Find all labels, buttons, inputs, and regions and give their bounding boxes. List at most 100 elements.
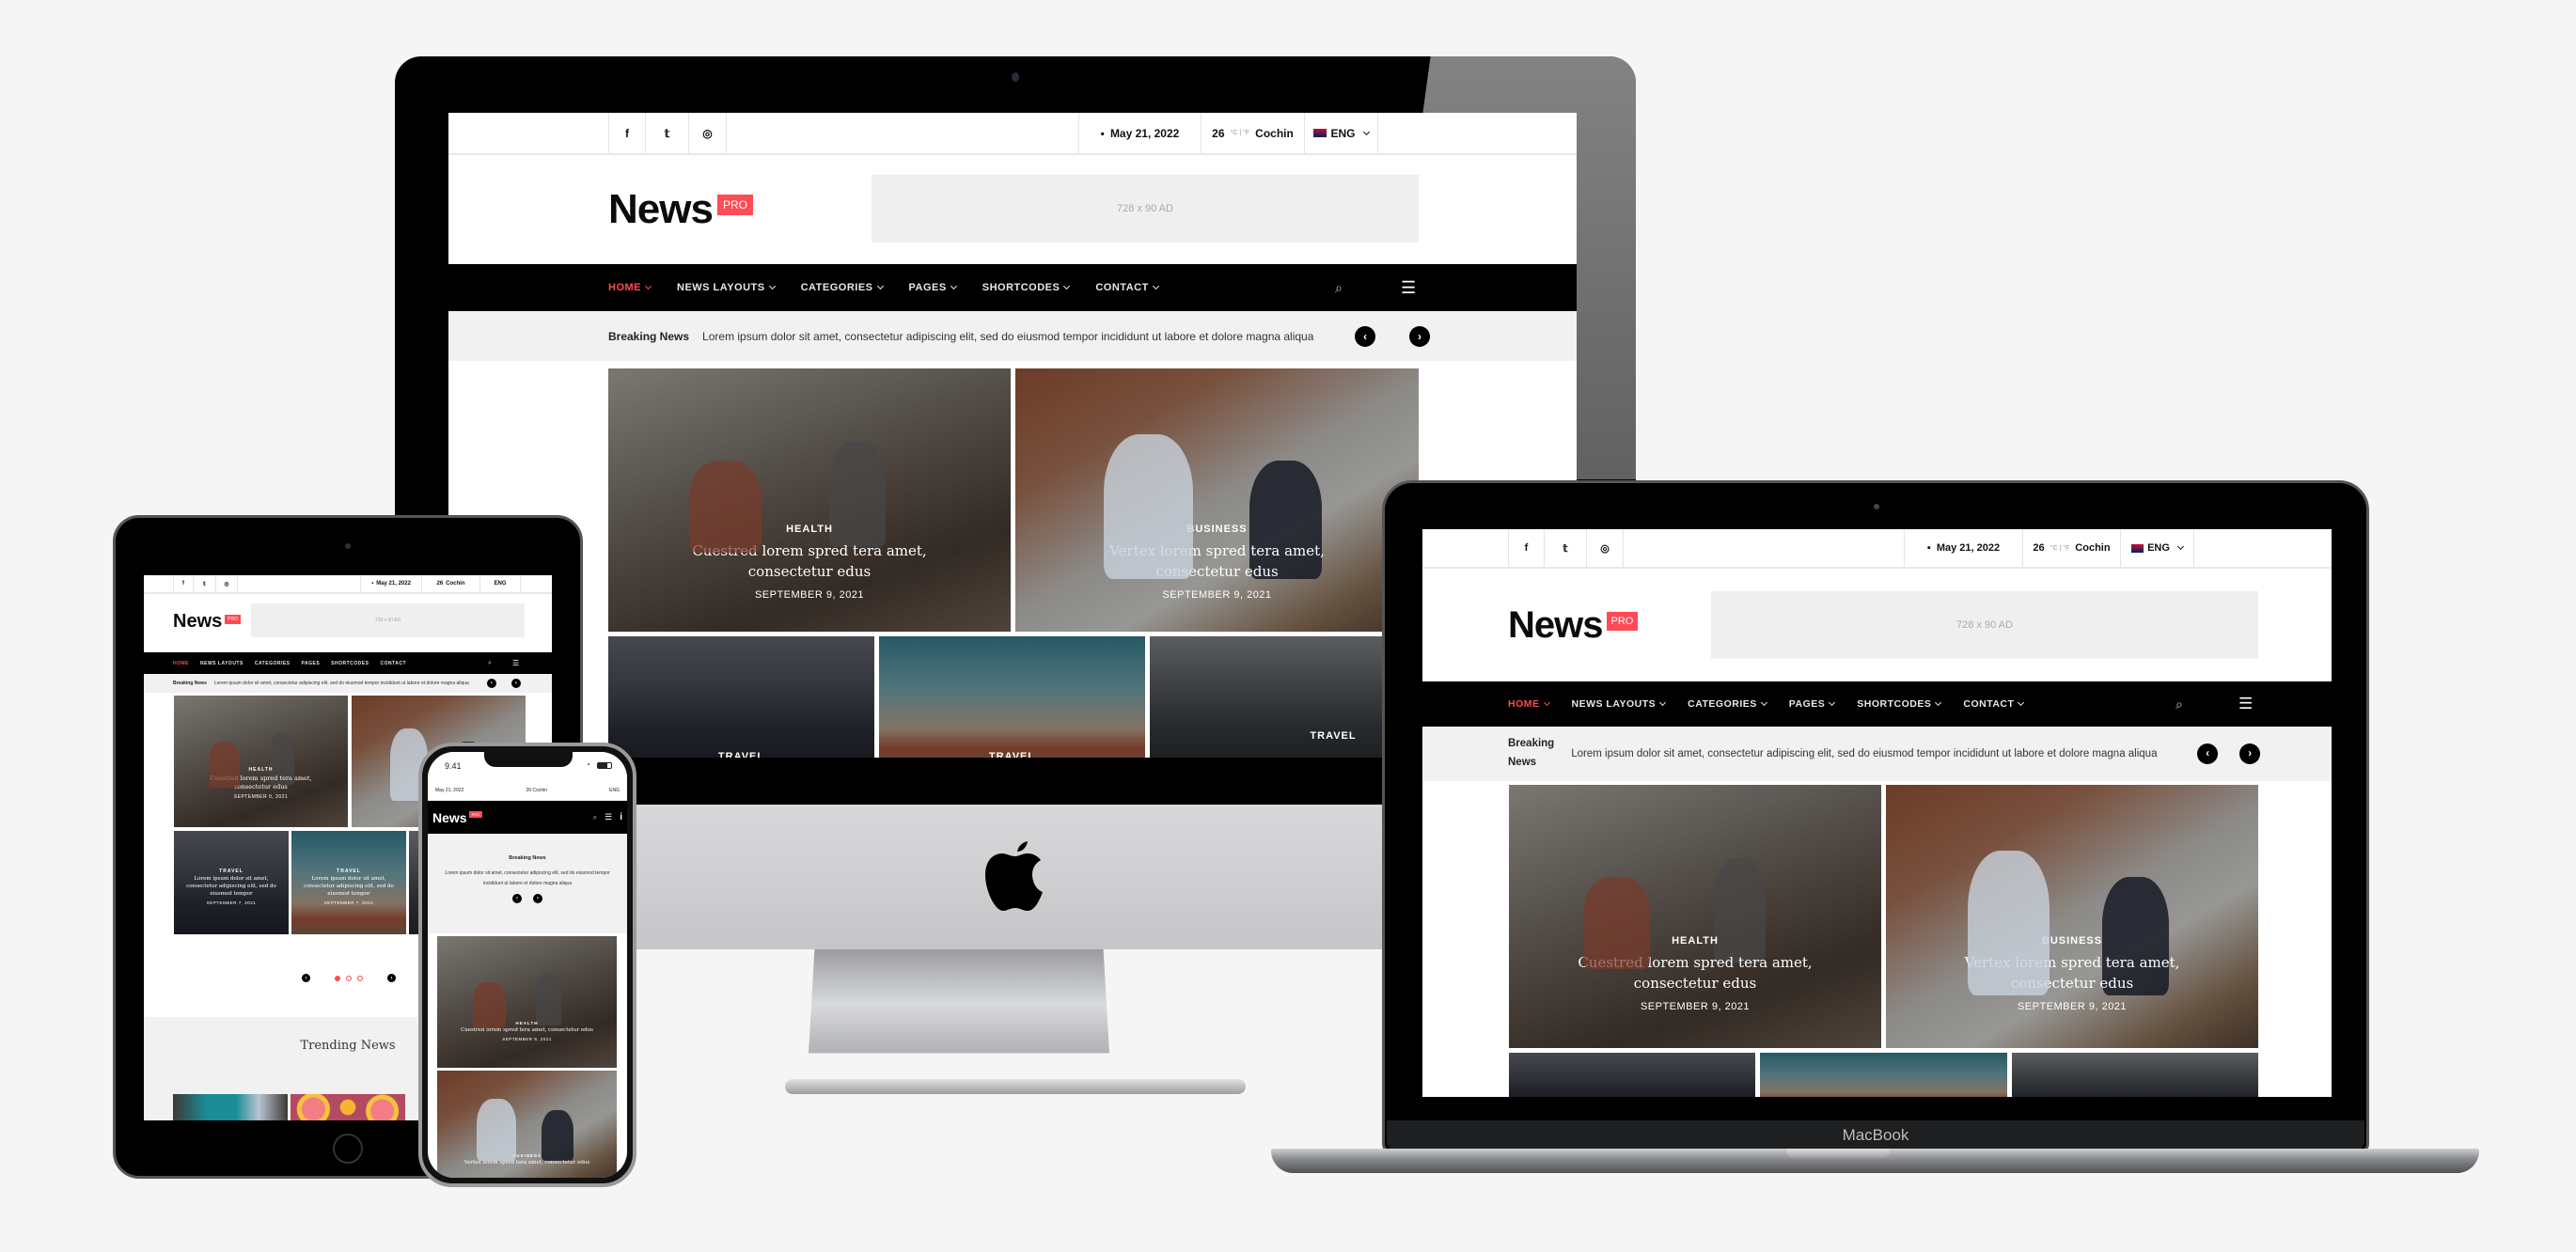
slider-dot-active[interactable] bbox=[335, 975, 340, 981]
nav-pages[interactable]: PAGES bbox=[302, 661, 321, 666]
trending-card[interactable] bbox=[173, 1094, 288, 1120]
search-icon[interactable]: ⌕ bbox=[1335, 280, 1343, 296]
nav-shortcodes[interactable]: SHORTCODES bbox=[1857, 698, 1942, 710]
topbar-temp-units: °C | °F bbox=[2050, 544, 2070, 552]
search-icon[interactable]: ⌕ bbox=[2175, 696, 2183, 712]
ticker-prev-button[interactable]: ‹ bbox=[1355, 325, 1376, 347]
breaking-news-ticker: Breaking News Lorem ipsum dolor sit amet… bbox=[448, 311, 1577, 361]
topbar-temperature: 26 bbox=[2033, 542, 2045, 554]
instagram-icon: ◎ bbox=[702, 126, 713, 140]
instagram-link[interactable]: ◎ bbox=[1587, 529, 1624, 567]
ticker-next-button[interactable]: › bbox=[533, 894, 542, 903]
nav-categories[interactable]: CATEGORIES bbox=[255, 661, 291, 666]
site-logo[interactable]: News PRO bbox=[173, 611, 242, 633]
featured-card[interactable]: HEALTH Cuestred lorem spred tera amet, c… bbox=[437, 936, 617, 1068]
brand-badge: PRO bbox=[225, 615, 242, 624]
facebook-link[interactable]: f bbox=[608, 113, 646, 153]
secondary-1-category: TRAVEL bbox=[337, 869, 361, 874]
status-bar: 9.41 ◔ bbox=[428, 752, 627, 780]
slider-prev-button[interactable]: ‹ bbox=[302, 974, 310, 982]
home-button[interactable] bbox=[333, 1134, 363, 1164]
language-select[interactable]: ENG bbox=[2121, 529, 2194, 567]
nav-pages[interactable]: PAGES bbox=[909, 282, 957, 293]
chevron-down-icon bbox=[1543, 698, 1550, 707]
nav-shortcodes[interactable]: SHORTCODES bbox=[331, 661, 369, 666]
ticker-prev-button[interactable]: ‹ bbox=[2197, 743, 2219, 764]
main-nav: HOME NEWS LAYOUTS CATEGORIES PAGES SHORT… bbox=[144, 652, 552, 674]
travel-card[interactable]: TRAVEL Lorem ipsum dolor sit amet, conse… bbox=[291, 831, 406, 934]
featured-card[interactable]: BUSINESS Vertex lorem spred tera amet, c… bbox=[437, 1071, 617, 1178]
nav-news-layouts[interactable]: NEWS LAYOUTS bbox=[200, 661, 243, 666]
ad-banner[interactable]: 728 x 90 AD bbox=[872, 175, 1419, 243]
language-select[interactable]: ENG bbox=[480, 575, 521, 592]
nav-contact[interactable]: CONTACT bbox=[380, 661, 406, 666]
ticker-label: Breaking News bbox=[608, 329, 690, 343]
slider-dot[interactable] bbox=[346, 975, 352, 981]
site-logo[interactable]: News PRO bbox=[608, 186, 753, 233]
nav-contact[interactable]: CONTACT bbox=[1095, 282, 1159, 293]
mobile-header: News PRO ⌕ ☰ i bbox=[428, 801, 627, 834]
featured-0-title: Cuestred lorem spred tera amet, consecte… bbox=[460, 1027, 593, 1033]
image-overlay bbox=[879, 636, 1145, 758]
twitter-link[interactable]: 𝕥 bbox=[646, 113, 689, 153]
nav-home[interactable]: HOME bbox=[1508, 698, 1550, 710]
trending-card[interactable] bbox=[291, 1094, 405, 1120]
ticker-next-button[interactable]: › bbox=[1409, 325, 1431, 347]
twitter-link[interactable]: 𝕥 bbox=[194, 575, 216, 592]
travel-card[interactable] bbox=[1760, 1053, 2007, 1097]
chevron-down-icon bbox=[644, 282, 652, 290]
menu-icon[interactable]: ☰ bbox=[605, 812, 612, 822]
travel-card[interactable]: TRAVEL Lorem ipsum dolor sit amet, conse… bbox=[174, 831, 289, 934]
language-select[interactable]: ENG bbox=[1305, 113, 1378, 153]
nav-items-3-label: PAGES bbox=[301, 660, 321, 666]
nav-home[interactable]: HOME bbox=[608, 282, 652, 293]
info-icon[interactable]: i bbox=[620, 812, 622, 822]
nav-contact[interactable]: CONTACT bbox=[1963, 698, 2025, 710]
menu-icon[interactable]: ☰ bbox=[512, 659, 519, 667]
nav-pages[interactable]: PAGES bbox=[1789, 698, 1836, 710]
menu-icon[interactable]: ☰ bbox=[2238, 695, 2253, 713]
nav-items-2-label: CATEGORIES bbox=[254, 660, 291, 666]
instagram-link[interactable]: ◎ bbox=[689, 113, 727, 153]
nav-news-layouts[interactable]: NEWS LAYOUTS bbox=[1572, 698, 1667, 710]
travel-card[interactable]: TRAVEL bbox=[879, 636, 1145, 758]
slider-dot[interactable] bbox=[357, 975, 363, 981]
ad-banner[interactable]: 728 x 90 AD bbox=[251, 603, 525, 637]
nav-categories[interactable]: CATEGORIES bbox=[801, 282, 884, 293]
nav-home[interactable]: HOME bbox=[173, 661, 189, 666]
menu-icon[interactable]: ☰ bbox=[1401, 278, 1416, 298]
breaking-news-ticker: Breaking News Lorem ipsum dolor sit amet… bbox=[144, 674, 552, 693]
uk-flag-icon bbox=[1313, 129, 1327, 137]
facebook-link[interactable]: f bbox=[1508, 529, 1545, 567]
site-logo[interactable]: News bbox=[432, 810, 467, 825]
twitter-link[interactable]: 𝕥 bbox=[1545, 529, 1587, 567]
language-select[interactable]: ENG bbox=[609, 788, 620, 793]
travel-card[interactable] bbox=[1509, 1053, 1755, 1097]
search-icon[interactable]: ⌕ bbox=[593, 813, 597, 822]
site-logo[interactable]: News PRO bbox=[1508, 604, 1639, 647]
featured-card[interactable]: HEALTH Cuestred lorem spred tera amet, c… bbox=[174, 696, 348, 827]
nav-shortcodes[interactable]: SHORTCODES bbox=[982, 282, 1071, 293]
featured-card[interactable]: BUSINESS Vertex lorem spred tera amet, c… bbox=[1015, 368, 1419, 632]
instagram-link[interactable]: ◎ bbox=[216, 575, 238, 592]
nav-news-layouts[interactable]: NEWS LAYOUTS bbox=[677, 282, 776, 293]
search-icon[interactable]: ⌕ bbox=[488, 660, 492, 667]
uk-flag-icon bbox=[2131, 543, 2144, 553]
featured-card[interactable]: BUSINESS Vertex lorem spred tera amet, c… bbox=[1886, 785, 2258, 1048]
featured-0-title: Cuestred lorem spred tera amet, consecte… bbox=[1578, 954, 1813, 992]
secondary-0-title: Lorem ipsum dolor sit amet, consectetur … bbox=[186, 876, 276, 897]
breaking-news-ticker: Breaking News Lorem ipsum dolor sit amet,… bbox=[1422, 727, 2332, 781]
slider-next-button[interactable]: › bbox=[387, 974, 396, 982]
twitter-icon: 𝕥 bbox=[664, 126, 670, 140]
nav-categories[interactable]: CATEGORIES bbox=[1688, 698, 1767, 710]
travel-card[interactable] bbox=[2012, 1053, 2258, 1097]
ad-banner[interactable]: 728 x 90 AD bbox=[1711, 591, 2258, 659]
ticker-next-button[interactable]: › bbox=[2239, 743, 2261, 764]
ticker-prev-button[interactable]: ‹ bbox=[486, 679, 496, 688]
travel-card[interactable]: TRAVEL bbox=[608, 636, 874, 758]
featured-card[interactable]: HEALTH Cuestred lorem spred tera amet, c… bbox=[608, 368, 1011, 632]
facebook-link[interactable]: f bbox=[173, 575, 194, 592]
ticker-prev-button[interactable]: ‹ bbox=[512, 894, 522, 903]
ticker-next-button[interactable]: › bbox=[510, 679, 521, 688]
featured-card[interactable]: HEALTH Cuestred lorem spred tera amet, c… bbox=[1509, 785, 1881, 1048]
